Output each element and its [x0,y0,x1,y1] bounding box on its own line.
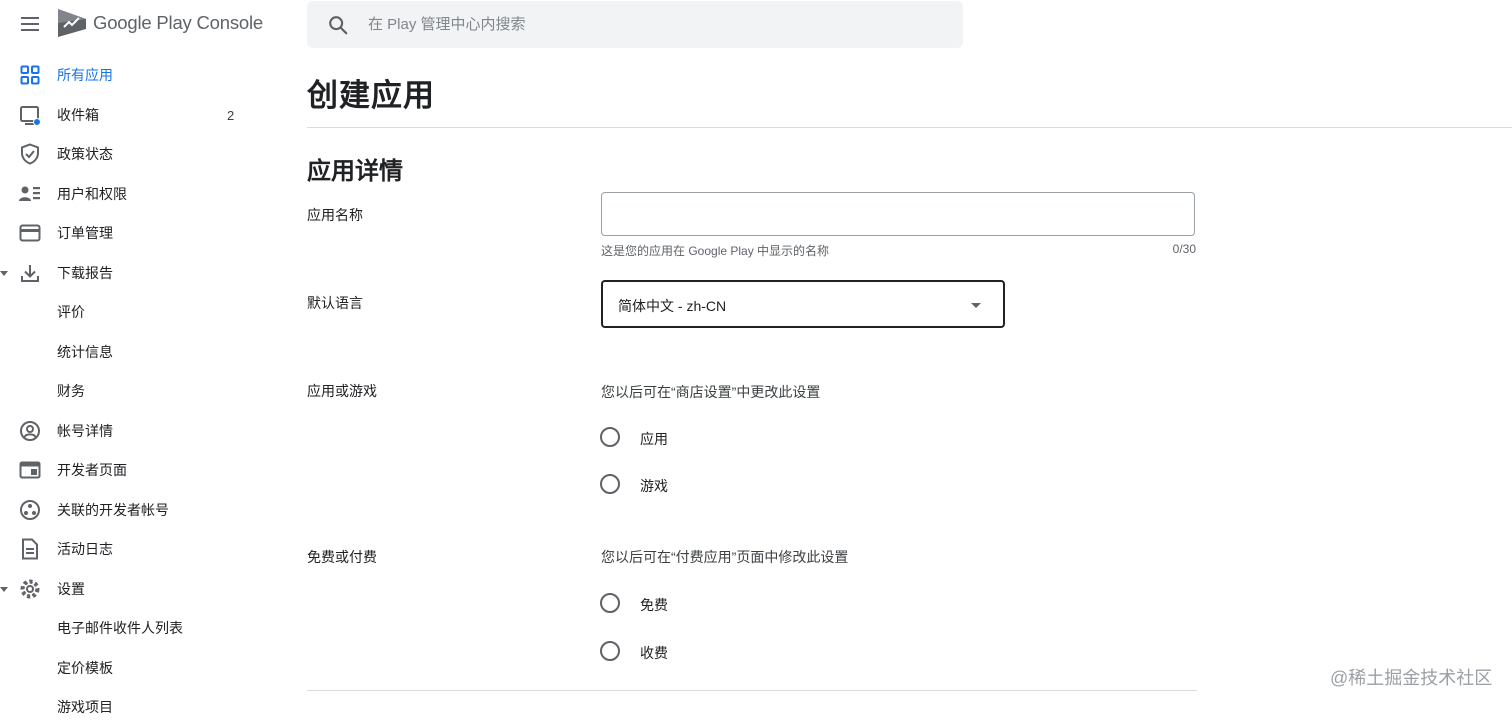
gear-icon [19,578,41,600]
app-name-char-counter: 0/30 [1172,242,1196,256]
sidebar-item-email-lists[interactable]: 电子邮件收件人列表 [0,610,250,646]
radio-free-label[interactable]: 免费 [640,595,668,615]
account-circle-icon [19,420,41,442]
sidebar-item-label: 电子邮件收件人列表 [57,620,183,636]
download-icon [19,262,41,284]
sidebar-item-label: 订单管理 [57,225,113,241]
sidebar-item-download-reports[interactable]: 下载报告 [0,255,250,291]
app-name-label: 应用名称 [307,207,363,223]
radio-app[interactable] [600,427,620,447]
radio-free[interactable] [600,593,620,613]
default-language-select[interactable]: 简体中文 - zh-CN [601,280,1005,328]
sidebar-item-label: 收件箱 [57,107,99,123]
default-language-label: 默认语言 [307,295,363,311]
sidebar-item-game-projects[interactable]: 游戏项目 [0,689,250,725]
expand-caret-icon[interactable] [0,271,8,276]
sidebar-item-linked-developer-accounts[interactable]: 关联的开发者帐号 [0,492,250,528]
sidebar-item-label: 财务 [57,383,85,399]
sidebar-item-settings[interactable]: 设置 [0,571,250,607]
sidebar-item-statistics[interactable]: 统计信息 [0,334,250,370]
app-name-field[interactable] [601,192,1195,236]
grid-icon [19,64,41,86]
free-or-paid-label: 免费或付费 [307,549,377,565]
radio-paid[interactable] [600,641,620,661]
sidebar-item-policy-status[interactable]: 政策状态 [0,136,250,172]
sidebar-item-label: 设置 [57,581,85,597]
app-or-game-description: 您以后可在“商店设置”中更改此设置 [601,384,821,400]
expand-caret-icon[interactable] [0,587,8,592]
radio-game[interactable] [600,474,620,494]
app-or-game-label: 应用或游戏 [307,383,377,399]
app-name-hint: 这是您的应用在 Google Play 中显示的名称 [601,244,830,258]
sidebar-item-developer-page[interactable]: 开发者页面 [0,452,250,488]
sidebar-item-order-management[interactable]: 订单管理 [0,215,250,251]
sidebar-item-label: 政策状态 [57,146,113,162]
search-input[interactable] [366,15,930,34]
play-console-logo [57,8,87,38]
document-icon [19,538,41,560]
sidebar-item-label: 帐号详情 [57,423,113,439]
sidebar-item-label: 活动日志 [57,541,113,557]
watermark: @稀土掘金技术社区 [1330,668,1493,688]
sidebar-item-label: 游戏项目 [57,699,113,715]
search-icon [329,15,348,34]
radio-game-label[interactable]: 游戏 [640,476,668,496]
sidebar-item-label: 关联的开发者帐号 [57,502,169,518]
inbox-count-badge: 2 [227,107,235,123]
sidebar-item-reviews[interactable]: 评价 [0,294,250,330]
dropdown-arrow-icon [971,303,981,308]
radio-app-label[interactable]: 应用 [640,429,668,449]
main-menu-button[interactable] [14,10,46,38]
inbox-icon [19,104,41,126]
brand-name: Google Play Console [93,12,263,33]
section-title: 应用详情 [307,158,403,185]
shield-icon [19,143,41,165]
sidebar-item-label: 下载报告 [57,265,113,281]
free-or-paid-description: 您以后可在“付费应用”页面中修改此设置 [601,549,849,565]
sidebar-item-pricing-templates[interactable]: 定价模板 [0,650,250,686]
sidebar-item-label: 评价 [57,304,85,320]
sidebar-item-label: 开发者页面 [57,462,127,478]
sidebar-item-label: 定价模板 [57,660,113,676]
sidebar-item-label: 用户和权限 [57,186,127,202]
sidebar-item-users-permissions[interactable]: 用户和权限 [0,176,250,212]
sidebar-item-account-details[interactable]: 帐号详情 [0,413,250,449]
linked-accounts-icon [19,499,41,521]
selected-language: 简体中文 - zh-CN [618,298,727,314]
radio-paid-label[interactable]: 收费 [640,643,668,663]
page-title: 创建应用 [307,78,435,113]
web-page-icon [19,459,41,481]
search-bar[interactable] [307,1,963,48]
sidebar-item-financial[interactable]: 财务 [0,373,250,409]
sidebar-item-all-apps[interactable]: 所有应用 [0,57,250,93]
users-icon [19,183,41,205]
sidebar-item-label: 所有应用 [57,67,113,83]
title-divider [307,127,1512,128]
sidebar-item-inbox[interactable]: 收件箱 2 [0,97,250,133]
section-divider [307,690,1197,691]
credit-card-icon [19,222,41,244]
sidebar-item-activity-log[interactable]: 活动日志 [0,531,250,567]
sidebar-item-label: 统计信息 [57,344,113,360]
